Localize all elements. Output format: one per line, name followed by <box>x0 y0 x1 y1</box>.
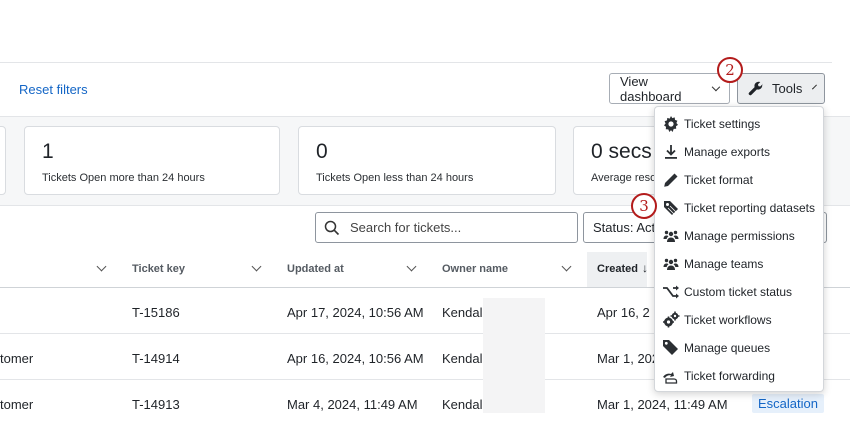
menu-item-label: Manage queues <box>684 341 771 355</box>
cell-owner: Kendall <box>442 351 486 366</box>
chevron-down-icon[interactable] <box>561 261 572 272</box>
menu-item-manage-exports[interactable]: Manage exports <box>655 138 823 166</box>
stat-label: Tickets Open less than 24 hours <box>316 172 474 184</box>
cell-ticket-key[interactable]: T-14914 <box>132 351 180 366</box>
chevron-down-icon <box>812 84 818 89</box>
step-3-badge: 3 <box>631 193 657 219</box>
tools-label: Tools <box>772 81 803 96</box>
menu-item-label: Manage teams <box>684 257 764 271</box>
menu-item-custom-ticket-status[interactable]: Custom ticket status <box>655 278 823 306</box>
menu-item-label: Manage exports <box>684 145 771 159</box>
gear-icon <box>662 115 680 133</box>
cell-updated-at: Apr 17, 2024, 10:56 AM <box>287 305 424 320</box>
tools-button[interactable]: Tools <box>737 73 825 104</box>
tools-dropdown-menu: Ticket settings Manage exports Ticket fo… <box>654 106 824 392</box>
stat-card: 1 Tickets Open more than 24 hours <box>24 126 280 195</box>
cell-name: tomer <box>0 351 34 366</box>
users-icon <box>662 227 680 245</box>
header-divider <box>0 62 832 63</box>
cell-ticket-key[interactable]: T-15186 <box>132 305 180 320</box>
tag-icon <box>662 199 680 217</box>
menu-item-ticket-forwarding[interactable]: Ticket forwarding <box>655 362 823 390</box>
stat-value: 0 <box>316 140 328 163</box>
hand-forward-icon <box>662 367 680 385</box>
chevron-down-icon[interactable] <box>406 261 417 272</box>
stat-label: Tickets Open more than 24 hours <box>42 172 205 184</box>
gears-icon <box>662 311 680 329</box>
cell-updated-at: Mar 4, 2024, 11:49 AM <box>287 397 418 412</box>
search-icon <box>324 220 340 236</box>
cell-created: Mar 1, 2024, 11:49 AM <box>597 397 728 412</box>
step-2-badge: 2 <box>717 57 743 83</box>
menu-item-manage-permissions[interactable]: Manage permissions <box>655 222 823 250</box>
search-box[interactable] <box>315 212 578 243</box>
users-icon <box>662 255 680 273</box>
chevron-down-icon[interactable] <box>251 261 262 272</box>
status-badge: Escalation <box>752 394 824 413</box>
pencil-icon <box>662 171 680 189</box>
menu-item-label: Ticket format <box>684 173 753 187</box>
download-icon <box>662 143 680 161</box>
cell-owner: Kendall <box>442 305 486 320</box>
menu-item-label: Ticket workflows <box>684 313 772 327</box>
column-header-updated-at[interactable]: Updated at <box>287 263 344 275</box>
menu-item-label: Ticket reporting datasets <box>684 201 815 215</box>
column-header-created[interactable]: Created <box>597 263 638 275</box>
menu-item-label: Custom ticket status <box>684 285 793 299</box>
cell-created: Apr 16, 2 <box>597 305 650 320</box>
status-filter-label: Status: Acti <box>593 220 659 235</box>
column-header-ticket-key[interactable]: Ticket key <box>132 263 185 275</box>
menu-item-ticket-format[interactable]: Ticket format <box>655 166 823 194</box>
stat-card: 0 Tickets Open less than 24 hours <box>298 126 556 195</box>
stat-value: 1 <box>42 140 54 163</box>
menu-item-ticket-settings[interactable]: Ticket settings <box>655 110 823 138</box>
menu-item-manage-queues[interactable]: Manage queues <box>655 334 823 362</box>
branch-arrows-icon <box>662 283 680 301</box>
menu-item-ticket-reporting-datasets[interactable]: Ticket reporting datasets <box>655 194 823 222</box>
wrench-icon <box>748 81 764 97</box>
menu-item-label: Ticket settings <box>684 117 761 131</box>
cell-created: Mar 1, 202 <box>597 351 660 366</box>
chevron-down-icon[interactable] <box>96 261 107 272</box>
stat-value: 0 secs <box>591 140 652 163</box>
view-dashboard-button[interactable]: View dashboard <box>609 73 730 104</box>
reset-filters-link[interactable]: Reset filters <box>19 82 88 97</box>
menu-item-manage-teams[interactable]: Manage teams <box>655 250 823 278</box>
cell-name: tomer <box>0 397 34 412</box>
search-input[interactable] <box>350 220 560 235</box>
column-header-owner-name[interactable]: Owner name <box>442 263 508 275</box>
menu-item-label: Ticket forwarding <box>684 369 775 383</box>
tags-icon <box>662 339 680 357</box>
menu-item-label: Manage permissions <box>684 229 795 243</box>
cell-owner: Kendall <box>442 397 486 412</box>
redacted-block <box>483 298 545 413</box>
stat-card-partial <box>0 126 6 195</box>
cell-ticket-key[interactable]: T-14913 <box>132 397 180 412</box>
chevron-down-icon <box>712 82 721 91</box>
view-dashboard-label: View dashboard <box>620 73 682 104</box>
stat-label: Average resol <box>591 172 659 184</box>
menu-item-ticket-workflows[interactable]: Ticket workflows <box>655 306 823 334</box>
cell-updated-at: Apr 16, 2024, 10:56 AM <box>287 351 424 366</box>
sort-descending-icon: ↓ <box>642 261 648 275</box>
